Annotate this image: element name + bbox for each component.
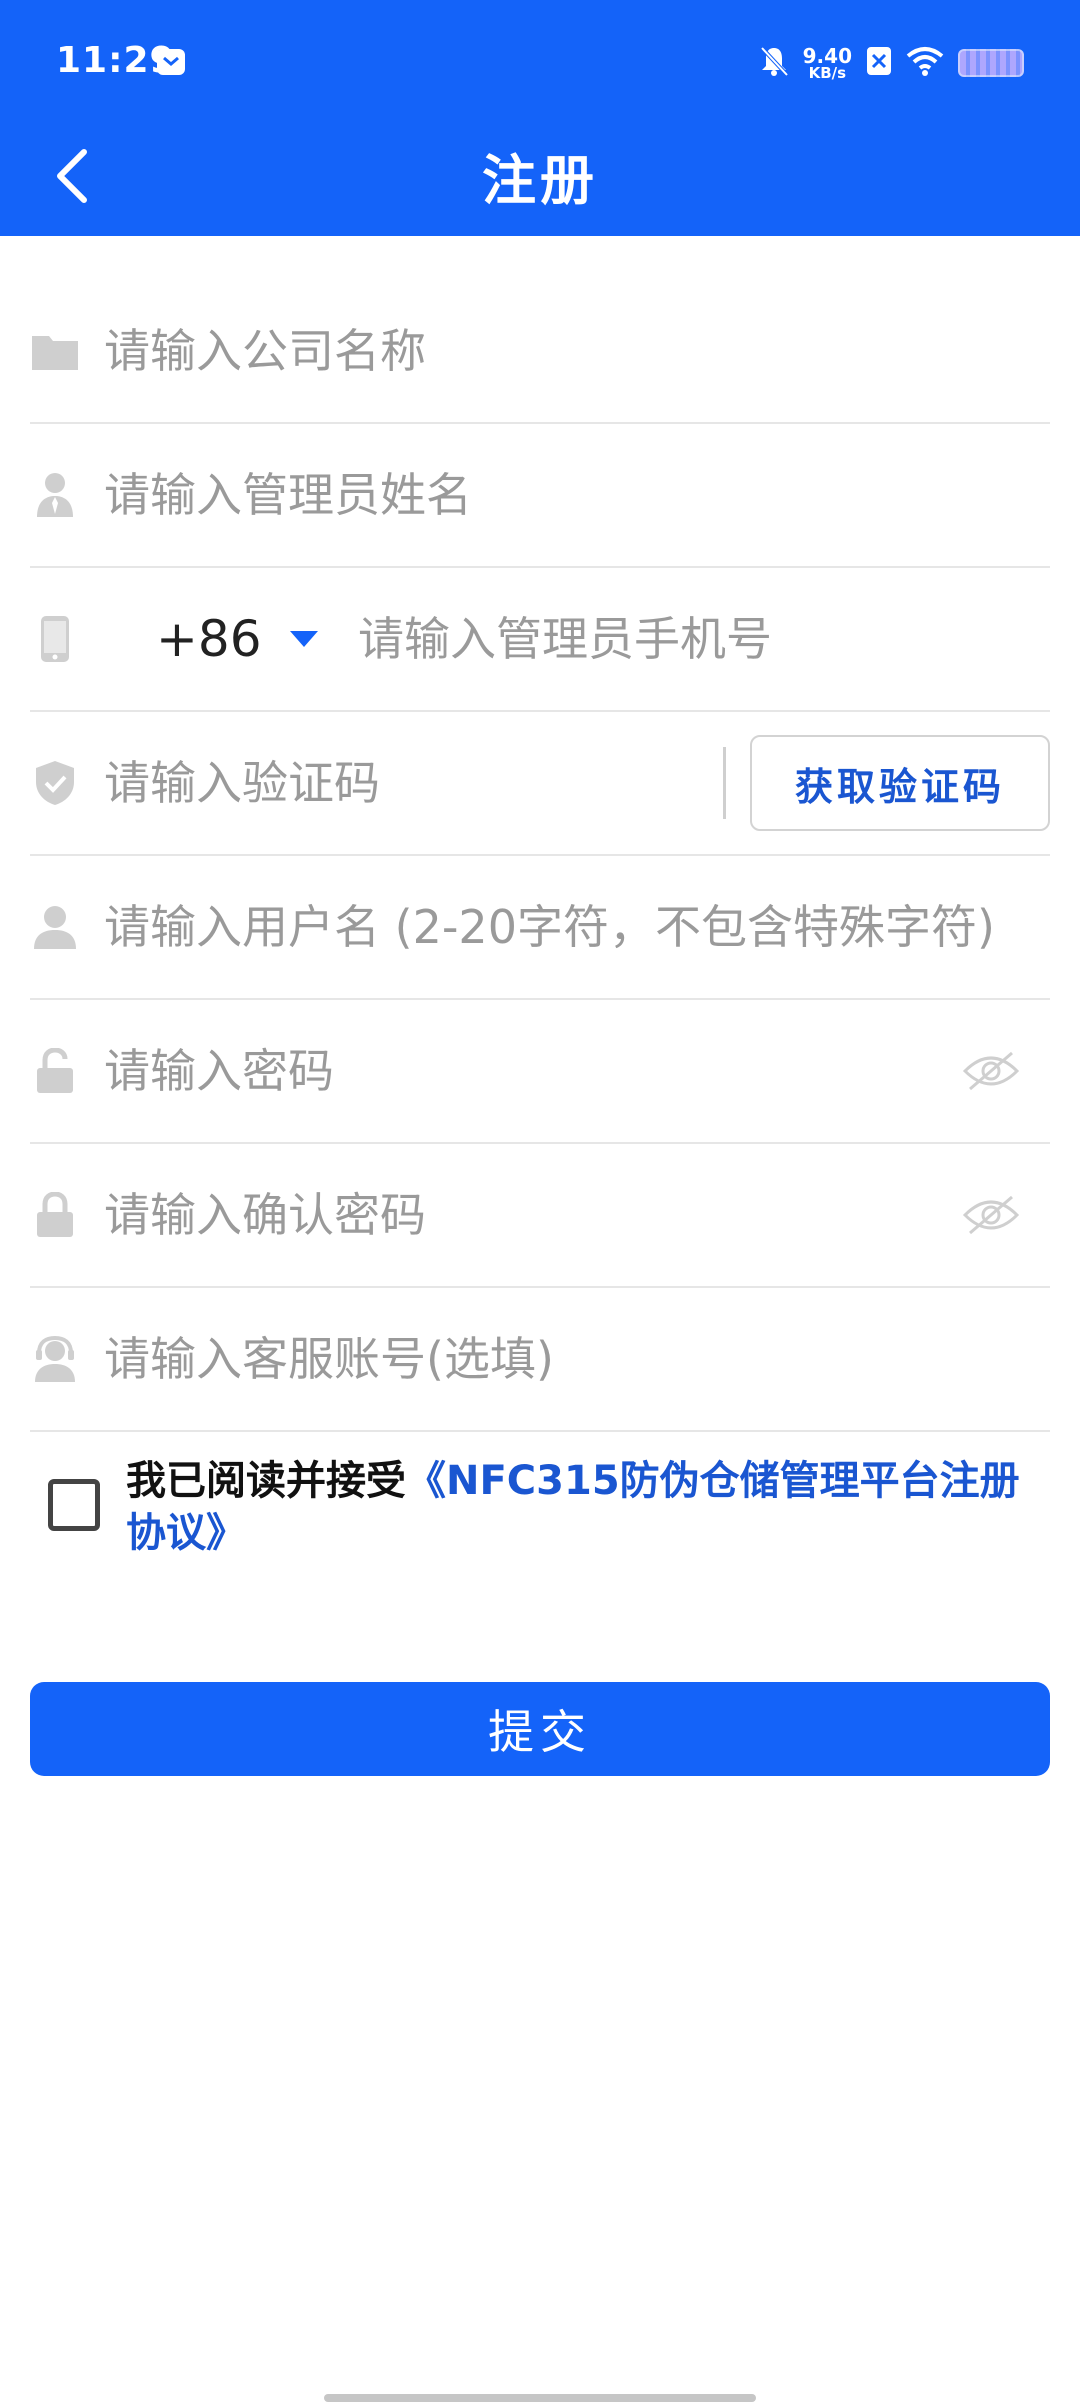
username-row — [30, 856, 1050, 1000]
sim-x-icon — [866, 46, 892, 80]
password-input[interactable] — [104, 1031, 956, 1111]
service-account-input[interactable] — [104, 1319, 1050, 1399]
page-title: 注册 — [482, 149, 598, 212]
confirm-password-input[interactable] — [104, 1175, 956, 1255]
user-icon — [30, 902, 80, 952]
confirm-password-row — [30, 1144, 1050, 1288]
network-speed: 9.40 KB/s — [802, 43, 852, 82]
message-notification-icon — [156, 47, 186, 81]
dropdown-arrow-icon[interactable] — [284, 624, 324, 654]
battery-icon — [958, 49, 1024, 77]
wifi-icon — [906, 46, 944, 80]
eye-slash-icon[interactable] — [956, 1046, 1026, 1096]
verification-row: 获取验证码 — [30, 712, 1050, 856]
eye-slash-icon[interactable] — [956, 1190, 1026, 1240]
get-code-button[interactable]: 获取验证码 — [750, 735, 1050, 831]
service-account-row — [30, 1288, 1050, 1432]
divider — [723, 747, 726, 819]
home-indicator[interactable] — [324, 2394, 756, 2402]
header: 11:29 9.40 KB/s 注册 — [0, 0, 1080, 236]
verification-code-input[interactable] — [104, 743, 713, 823]
toolbar: 注册 — [0, 126, 1080, 236]
customer-service-icon — [30, 1334, 80, 1384]
registration-form: +86 获取验证码 — [30, 280, 1050, 1432]
status-bar: 11:29 9.40 KB/s — [0, 0, 1080, 126]
agreement-prefix: 我已阅读并接受 — [126, 1458, 406, 1504]
shield-check-icon — [30, 758, 80, 808]
company-name-input[interactable] — [104, 311, 1050, 391]
agreement: 我已阅读并接受《NFC315防伪仓储管理平台注册协议》 — [48, 1455, 1048, 1559]
folder-icon — [30, 326, 80, 376]
lock-icon — [30, 1190, 80, 1240]
company-row — [30, 280, 1050, 424]
phone-input[interactable] — [358, 599, 1050, 679]
admin-name-row — [30, 424, 1050, 568]
admin-name-input[interactable] — [104, 455, 1050, 535]
submit-button[interactable]: 提交 — [30, 1682, 1050, 1776]
lock-icon — [30, 1046, 80, 1096]
phone-row: +86 — [30, 568, 1050, 712]
mute-bell-icon — [759, 45, 789, 81]
admin-person-icon — [30, 470, 80, 520]
country-code-select[interactable]: +86 — [156, 610, 266, 668]
agreement-text: 我已阅读并接受《NFC315防伪仓储管理平台注册协议》 — [126, 1455, 1048, 1559]
status-icons: 9.40 KB/s — [759, 40, 1024, 86]
password-row — [30, 1000, 1050, 1144]
phone-icon — [30, 614, 80, 664]
username-input[interactable] — [104, 887, 1050, 967]
agreement-checkbox[interactable] — [48, 1479, 100, 1531]
